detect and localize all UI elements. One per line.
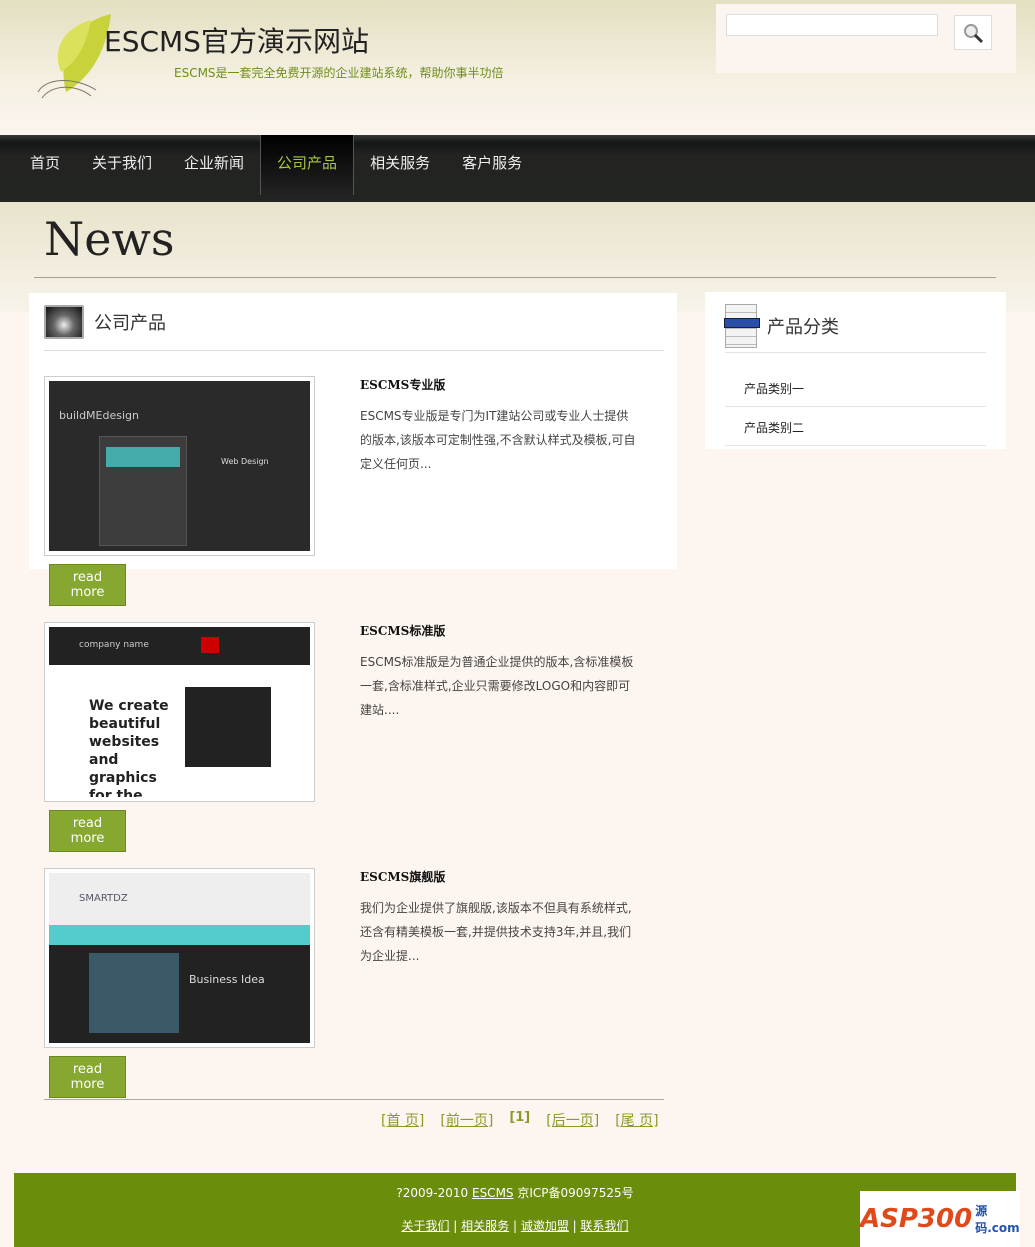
section-title: 公司产品	[94, 313, 166, 334]
search-input[interactable]	[726, 14, 938, 36]
product-desc: ESCMS专业版是专门为IT建站公司或专业人士提供的版本,该版本可定制性强,不含…	[360, 409, 636, 471]
divider	[725, 352, 986, 353]
sidebar-categories: 产品分类 产品类别一 产品类别二	[705, 292, 1006, 449]
thumb-sub: company name	[49, 627, 310, 665]
nav-news[interactable]: 企业新闻	[168, 135, 260, 195]
nav-support[interactable]: 客户服务	[446, 135, 538, 195]
divider	[44, 350, 664, 351]
prev-page-link[interactable]: [前一页]	[440, 1110, 493, 1130]
escms-link[interactable]: ESCMS	[472, 1186, 514, 1200]
footer-link-contact[interactable]: 联系我们	[581, 1219, 629, 1233]
site-subtitle: ESCMS是一套完全免费开源的企业建站系统，帮助你事半功倍	[174, 66, 504, 80]
product-desc: ESCMS标准版是为普通企业提供的版本,含标准模板一套,含标准样式,企业只需要修…	[360, 655, 634, 717]
copyright-years: ?2009-2010	[396, 1186, 469, 1200]
category-link[interactable]: 产品类别一	[744, 380, 804, 397]
nav-home[interactable]: 首页	[14, 135, 76, 195]
monitor-icon	[44, 305, 84, 339]
search-box	[716, 4, 1016, 73]
site-title: ESCMS官方演示网站	[104, 25, 369, 58]
thumb-sub: Web Design	[221, 457, 269, 466]
sidebar-heading: 产品分类	[724, 304, 839, 348]
footer-link-services[interactable]: 相关服务	[461, 1219, 509, 1233]
footer-link-join[interactable]: 诚邀加盟	[521, 1219, 569, 1233]
divider	[725, 445, 986, 446]
product-thumbnail[interactable]: SMARTDZ Business Idea	[44, 868, 315, 1048]
asp300-logo: ASP300 源码.com	[860, 1191, 1020, 1247]
thumb-text: buildMEdesign	[59, 409, 139, 422]
main-heading: 公司产品	[44, 305, 166, 339]
product-desc: 我们为企业提供了旗舰版,该版本不但具有系统样式,还含有精美模板一套,并提供技术支…	[360, 901, 632, 963]
search-button[interactable]	[954, 15, 992, 50]
product-thumbnail[interactable]: buildMEdesign Web Design	[44, 376, 315, 556]
product-thumbnail[interactable]: company name We create beautiful website…	[44, 622, 315, 802]
divider	[44, 1099, 664, 1100]
product-item: company name We create beautiful website…	[44, 622, 664, 852]
icp-number: 京ICP备09097525号	[517, 1186, 634, 1200]
next-page-link[interactable]: [后一页]	[546, 1110, 599, 1130]
nav-services[interactable]: 相关服务	[354, 135, 446, 195]
divider	[725, 406, 986, 407]
product-title[interactable]: ESCMS专业版	[360, 376, 445, 393]
site-header: ESCMS官方演示网站 ESCMS是一套完全免费开源的企业建站系统，帮助你事半功…	[0, 0, 1035, 135]
nav-about[interactable]: 关于我们	[76, 135, 168, 195]
category-link[interactable]: 产品类别二	[744, 419, 804, 436]
thumb-text: Business Idea	[189, 973, 265, 986]
last-page-link[interactable]: [尾 页]	[615, 1110, 658, 1130]
product-title[interactable]: ESCMS旗舰版	[360, 868, 445, 885]
search-icon	[964, 23, 984, 43]
thumb-text: We create beautiful websites and graphic…	[89, 698, 169, 797]
page-title: News	[44, 212, 175, 266]
divider	[34, 277, 996, 278]
thumb-sub: SMARTDZ	[79, 893, 128, 904]
badge-sub: 源码.com	[975, 1204, 1020, 1235]
pagination: [首 页] [前一页] [1] [后一页] [尾 页]	[381, 1110, 659, 1130]
current-page: [1]	[509, 1110, 531, 1125]
read-more-button[interactable]: read more	[49, 1056, 126, 1098]
read-more-button[interactable]: read more	[49, 564, 126, 606]
main-nav: 首页 关于我们 企业新闻 公司产品 相关服务 客户服务	[0, 135, 1035, 202]
nav-products[interactable]: 公司产品	[260, 135, 355, 195]
product-title[interactable]: ESCMS标准版	[360, 622, 445, 639]
footer-link-about[interactable]: 关于我们	[401, 1219, 449, 1233]
list-icon	[724, 304, 760, 348]
product-item: buildMEdesign Web Design read more ESCMS…	[44, 376, 664, 606]
product-item: SMARTDZ Business Idea read more ESCMS旗舰版…	[44, 868, 664, 1098]
sidebar-title: 产品分类	[767, 317, 839, 338]
read-more-button[interactable]: read more	[49, 810, 126, 852]
first-page-link[interactable]: [首 页]	[381, 1110, 424, 1130]
badge-text: ASP300	[860, 1204, 973, 1234]
